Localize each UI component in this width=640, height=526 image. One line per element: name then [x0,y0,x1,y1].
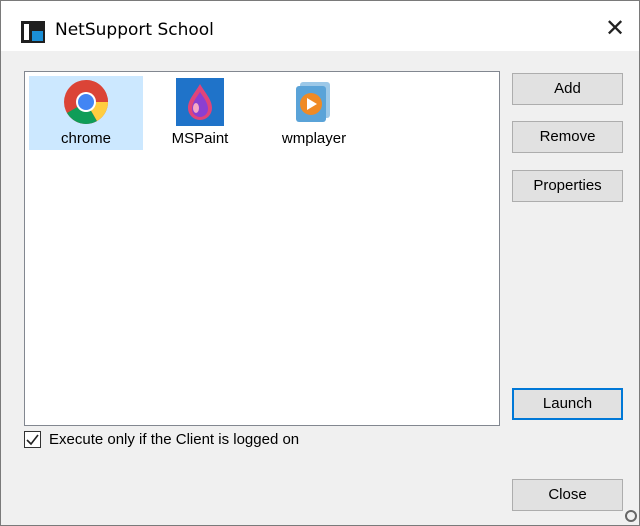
app-item-wmplayer[interactable]: wmplayer [257,76,371,150]
resize-grip-icon[interactable] [625,510,637,522]
add-button[interactable]: Add [512,73,623,105]
app-item-chrome[interactable]: chrome [29,76,143,150]
close-window-icon[interactable]: ✕ [591,9,639,49]
close-button[interactable]: Close [512,479,623,511]
app-label: wmplayer [281,130,347,147]
properties-button[interactable]: Properties [512,170,623,202]
checkmark-icon [26,434,39,446]
execute-logged-on-label: Execute only if the Client is logged on [49,431,300,448]
remove-button[interactable]: Remove [512,121,623,153]
chrome-icon [64,80,108,124]
app-label: chrome [60,130,112,147]
mspaint-icon [176,78,224,126]
applications-list[interactable]: chrome MSPaint wmplayer [24,71,500,426]
launch-button[interactable]: Launch [512,388,623,420]
app-item-mspaint[interactable]: MSPaint [143,76,257,150]
window-title: NetSupport School [55,20,214,40]
netsupport-school-icon [21,21,45,43]
dialog-window: NetSupport School ✕ chrome MSPaint wmpla… [0,0,640,526]
title-bar: NetSupport School ✕ [1,1,639,51]
app-label: MSPaint [171,130,229,147]
wmplayer-icon [296,82,330,122]
execute-logged-on-checkbox[interactable] [24,431,41,448]
